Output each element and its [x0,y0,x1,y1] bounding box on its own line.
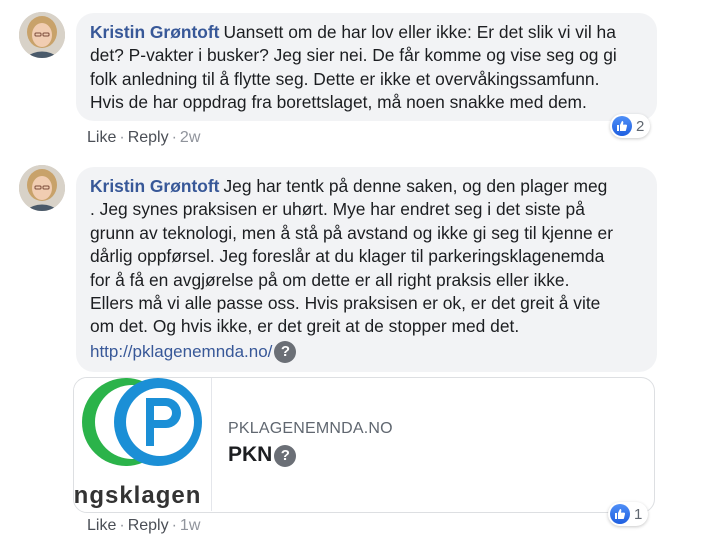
comment-author[interactable]: Kristin Grøntoft [90,22,219,42]
comment-actions: Like · Reply · 1w [87,517,200,535]
reply-button[interactable]: Reply [128,517,169,534]
avatar-photo [19,165,65,211]
like-button[interactable]: Like [87,129,116,146]
comment-text: Jeg har tentk på denne saken, og den pla… [90,176,614,337]
like-reaction-icon [610,504,630,524]
comment-bubble: Kristin Grøntoft Uansett om de har lov el… [76,13,657,121]
link-preview-title: PKN? [228,443,297,467]
separator-dot: · [171,517,177,534]
pkn-logo [82,378,202,466]
comment-actions: Like · Reply · 2w [87,129,200,147]
link-preview-title-text[interactable]: PKN [228,443,272,466]
reaction-count: 1 [634,505,643,523]
separator-dot: · [119,129,125,146]
like-button[interactable]: Like [87,517,116,534]
separator-dot: · [119,517,125,534]
title-help-icon[interactable]: ? [274,445,297,467]
link-preview-domain: PKLAGENEMNDA.NO [228,420,393,437]
comment-link[interactable]: http://pklagenemnda.no/ [90,342,272,361]
reaction-count: 2 [636,117,645,135]
avatar[interactable] [19,12,65,58]
link-preview-image[interactable]: ingsklagen [74,378,212,511]
link-preview-card[interactable]: ingsklagen PKLAGENEMNDA.NO PKN? [73,377,655,513]
like-reaction-icon [612,116,632,136]
avatar[interactable] [19,165,65,211]
comment-timestamp[interactable]: 1w [180,517,200,534]
comment-timestamp[interactable]: 2w [180,129,200,146]
separator-dot: · [171,129,177,146]
link-help-icon[interactable]: ? [274,340,297,363]
reaction-count-badge[interactable]: 2 [610,114,651,138]
avatar-photo [19,12,65,58]
comment-author[interactable]: Kristin Grøntoft [90,176,219,196]
reaction-count-badge[interactable]: 1 [608,502,649,526]
comment-bubble: Kristin Grøntoft Jeg har tentk på denne s… [76,167,657,372]
logo-text: ingsklagen [74,482,202,509]
reply-button[interactable]: Reply [128,129,169,146]
